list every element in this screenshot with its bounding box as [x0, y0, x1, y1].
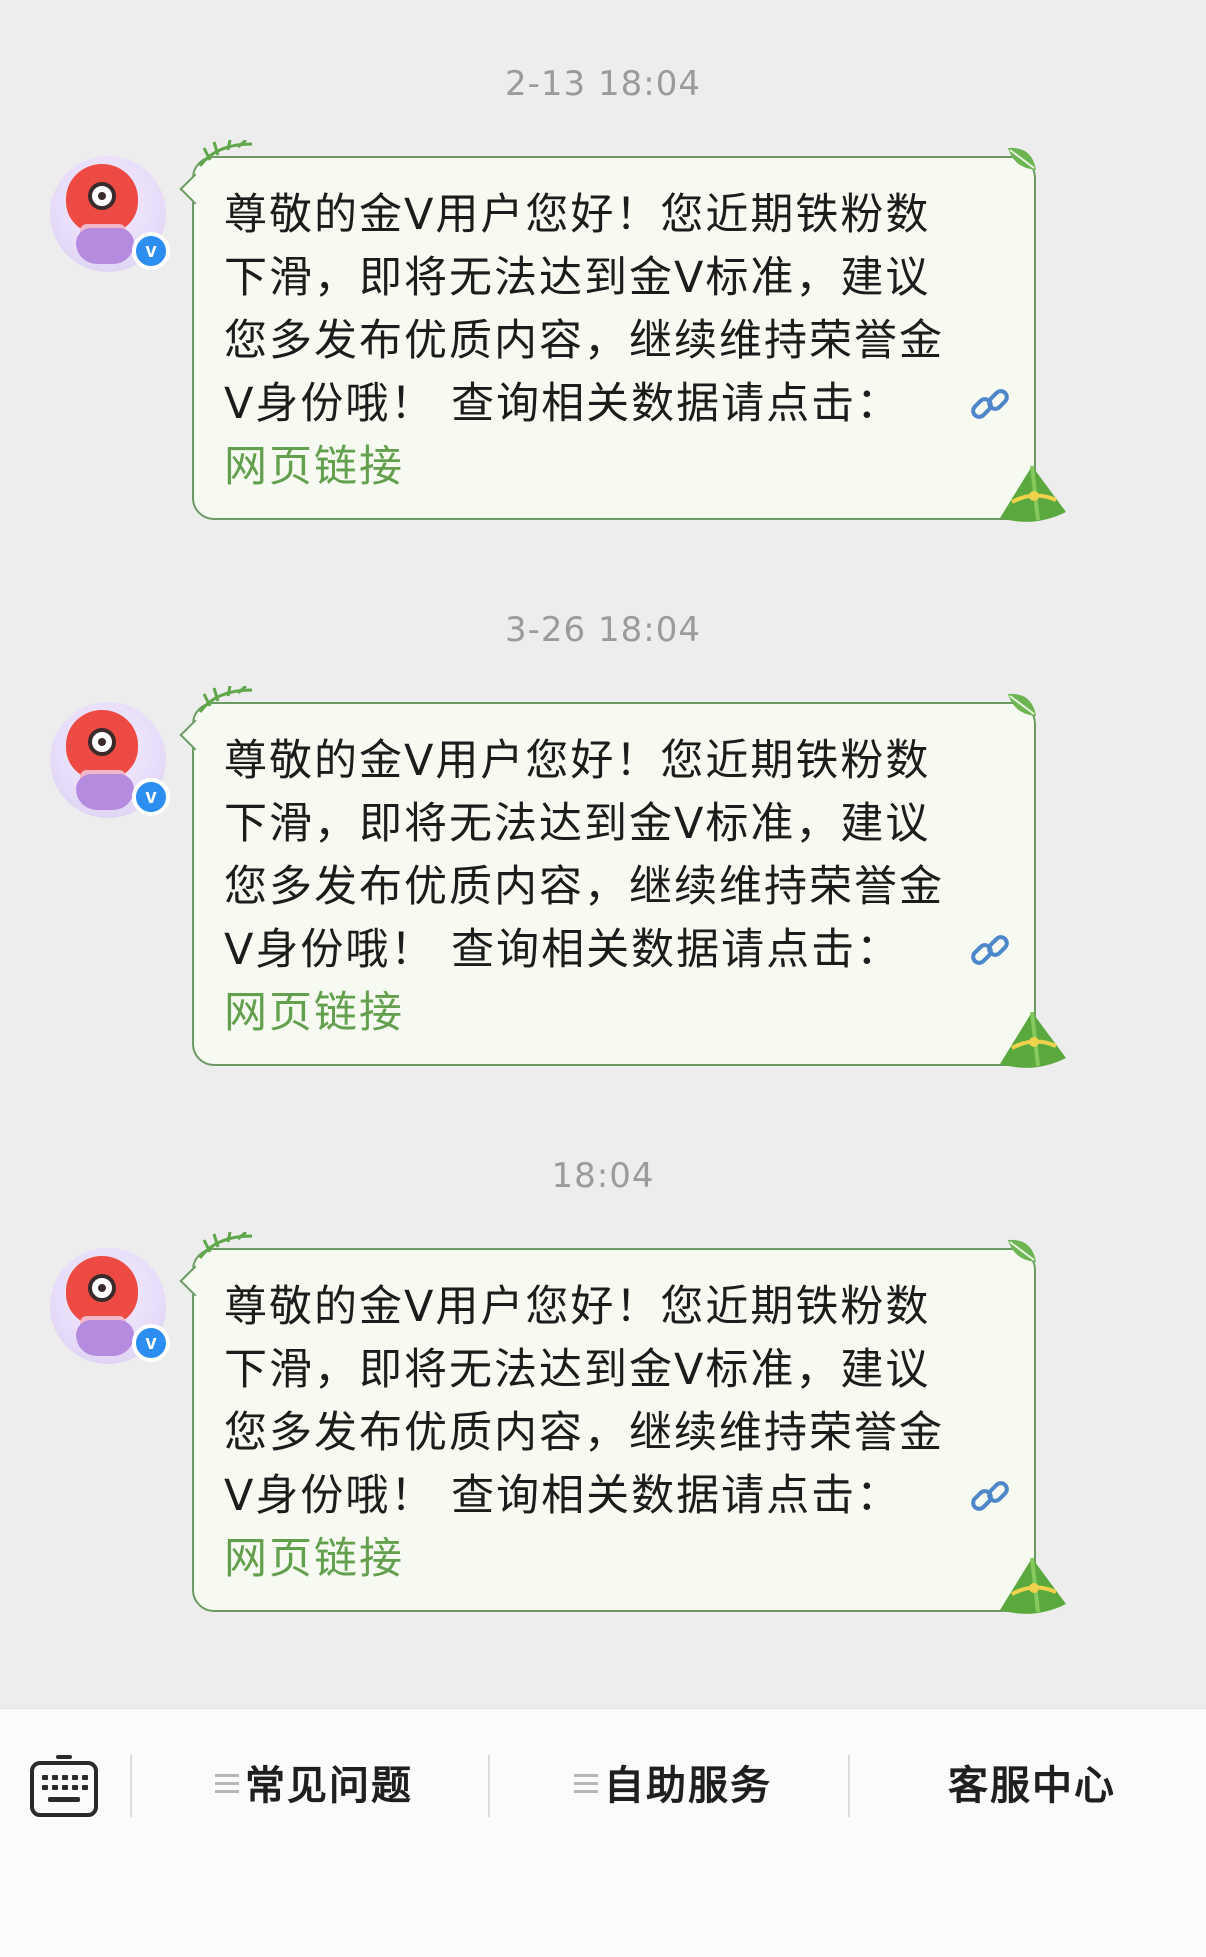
link-icon[interactable] — [968, 928, 1012, 972]
leaf-decoration-icon — [1008, 693, 1036, 716]
mascot-body — [76, 774, 134, 810]
message-line: 尊敬的金V用户您好！您近期铁粉数 — [224, 1282, 931, 1332]
message-line: 您多发布优质内容，继续维持荣誉金 — [224, 316, 944, 366]
sender-avatar[interactable]: v — [50, 702, 170, 818]
bottom-menu-bar: 常见问题 自助服务 客服中心 — [0, 1708, 1206, 1957]
menu-divider — [130, 1755, 132, 1817]
menu-divider — [848, 1755, 850, 1817]
menu-list-icon — [574, 1774, 598, 1794]
menu-item-label: 客服中心 — [948, 1763, 1116, 1809]
zongzi-decoration-icon — [1000, 1011, 1066, 1068]
message-line: 尊敬的金V用户您好！您近期铁粉数 — [224, 736, 931, 786]
menu-item-customer-service[interactable]: 客服中心 — [858, 1749, 1206, 1823]
bubble-tail — [179, 173, 211, 205]
mascot-eye — [88, 182, 116, 210]
message-line: 下滑，即将无法达到金V标准，建议 — [224, 1345, 931, 1395]
menu-item-label: 常见问题 — [245, 1763, 413, 1809]
message-line: 下滑，即将无法达到金V标准，建议 — [224, 253, 931, 303]
menu-divider — [488, 1755, 490, 1817]
sender-avatar[interactable]: v — [50, 1248, 170, 1364]
leaf-decoration-icon — [198, 1232, 253, 1259]
message-group: 2-13 18:04 v 尊敬的金V用户您好！您近期铁粉数 下滑，即将无法达到金… — [0, 0, 1206, 546]
message-line: V身份哦！ 查询相关数据请点击： — [224, 1471, 902, 1521]
message-line: 您多发布优质内容，继续维持荣誉金 — [224, 1408, 944, 1458]
chat-area: 2-13 18:04 v 尊敬的金V用户您好！您近期铁粉数 下滑，即将无法达到金… — [0, 0, 1206, 1708]
bubble-tail — [179, 719, 211, 751]
menu-item-label: 自助服务 — [604, 1763, 772, 1809]
message-text: 尊敬的金V用户您好！您近期铁粉数 下滑，即将无法达到金V标准，建议 您多发布优质… — [224, 1276, 1004, 1591]
leaf-decoration-icon — [198, 140, 253, 167]
menu-list-icon — [215, 1774, 239, 1794]
verified-badge-icon: v — [132, 778, 170, 816]
mascot-eye — [88, 1274, 116, 1302]
menu-item-self-service[interactable]: 自助服务 — [498, 1749, 848, 1823]
mascot-body — [76, 1320, 134, 1356]
message-line: V身份哦！ 查询相关数据请点击： — [224, 925, 902, 975]
message-bubble[interactable]: 尊敬的金V用户您好！您近期铁粉数 下滑，即将无法达到金V标准，建议 您多发布优质… — [179, 686, 1066, 1068]
bubble-tail — [179, 1265, 211, 1297]
mascot-body — [76, 228, 134, 264]
message-text: 尊敬的金V用户您好！您近期铁粉数 下滑，即将无法达到金V标准，建议 您多发布优质… — [224, 184, 1004, 499]
message-bubble[interactable]: 尊敬的金V用户您好！您近期铁粉数 下滑，即将无法达到金V标准，建议 您多发布优质… — [179, 1232, 1066, 1614]
sender-avatar[interactable]: v — [50, 156, 170, 272]
keyboard-icon[interactable] — [28, 1755, 100, 1821]
zongzi-decoration-icon — [1000, 465, 1066, 522]
message-line: 下滑，即将无法达到金V标准，建议 — [224, 799, 931, 849]
mascot-eye — [88, 728, 116, 756]
message-line: 尊敬的金V用户您好！您近期铁粉数 — [224, 190, 931, 240]
message-group: 18:04 v 尊敬的金V用户您好！您近期铁粉数 下滑，即将无法达到金V标准，建… — [0, 1092, 1206, 1638]
message-timestamp: 3-26 18:04 — [505, 610, 701, 650]
message-line: 您多发布优质内容，继续维持荣誉金 — [224, 862, 944, 912]
link-icon[interactable] — [968, 382, 1012, 426]
leaf-decoration-icon — [198, 686, 253, 713]
message-timestamp: 2-13 18:04 — [505, 64, 701, 104]
message-line: V身份哦！ 查询相关数据请点击： — [224, 379, 902, 429]
zongzi-decoration-icon — [1000, 1557, 1066, 1614]
web-link[interactable]: 网页链接 — [224, 1528, 1004, 1591]
menu-item-faq[interactable]: 常见问题 — [140, 1749, 488, 1823]
web-link[interactable]: 网页链接 — [224, 436, 1004, 499]
message-group: 3-26 18:04 v 尊敬的金V用户您好！您近期铁粉数 下滑，即将无法达到金… — [0, 546, 1206, 1092]
web-link[interactable]: 网页链接 — [224, 982, 1004, 1045]
link-icon[interactable] — [968, 1474, 1012, 1518]
message-text: 尊敬的金V用户您好！您近期铁粉数 下滑，即将无法达到金V标准，建议 您多发布优质… — [224, 730, 1004, 1045]
message-timestamp: 18:04 — [551, 1156, 655, 1196]
leaf-decoration-icon — [1008, 1239, 1036, 1262]
leaf-decoration-icon — [1008, 147, 1036, 170]
verified-badge-icon: v — [132, 232, 170, 270]
verified-badge-icon: v — [132, 1324, 170, 1362]
message-bubble[interactable]: 尊敬的金V用户您好！您近期铁粉数 下滑，即将无法达到金V标准，建议 您多发布优质… — [179, 140, 1066, 522]
